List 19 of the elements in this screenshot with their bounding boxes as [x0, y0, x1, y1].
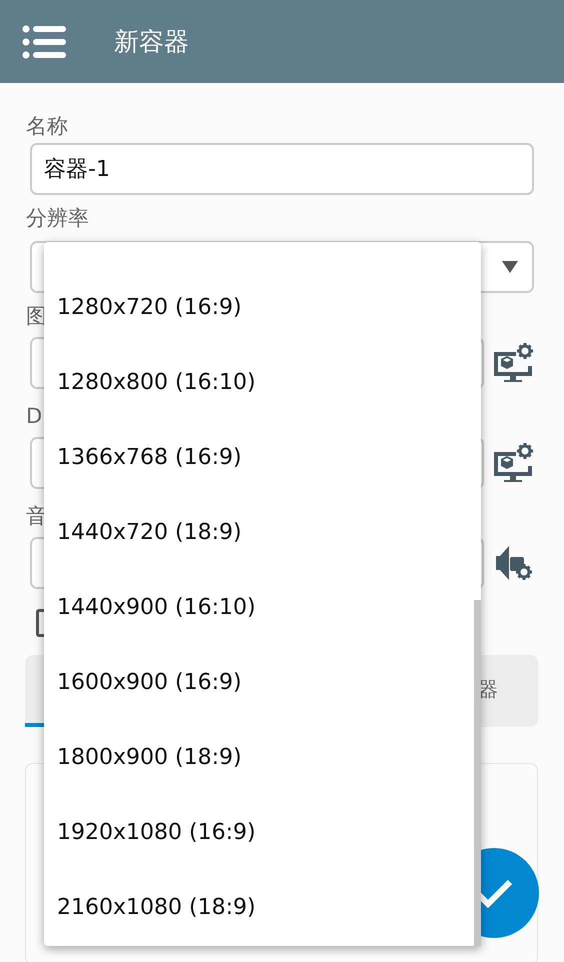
dropdown-option[interactable]: 1280x800 (16:10)	[44, 345, 477, 420]
field-label: D	[26, 403, 42, 430]
screen-title: 新容器	[114, 26, 189, 58]
monitor-gear-icon[interactable]	[492, 342, 534, 384]
caret-icon	[502, 261, 518, 273]
dropdown-option[interactable]: 1920x1080 (16:9)	[44, 795, 477, 870]
dropdown-option[interactable]: 1600x900 (16:9)	[44, 645, 477, 720]
field-label: 名称	[26, 113, 68, 140]
dropdown-option[interactable]: 1440x900 (16:10)	[44, 570, 477, 645]
dropdown-option[interactable]: 1800x900 (18:9)	[44, 720, 477, 795]
field-label: 音	[26, 503, 47, 530]
dropdown-option[interactable]: 1440x720 (18:9)	[44, 495, 477, 570]
name-field[interactable]: 容器-1	[30, 143, 534, 195]
dropdown-option[interactable]: 1366x768 (16:9)	[44, 420, 477, 495]
field-label: 分辨率	[26, 205, 89, 232]
dropdown-option[interactable]: 1280x720 (16:9)	[44, 270, 477, 345]
dropdown-option[interactable]: 2160x1080 (18:9)	[44, 870, 477, 945]
monitor-gear-icon[interactable]	[492, 442, 534, 484]
menu-icon[interactable]	[22, 24, 66, 58]
